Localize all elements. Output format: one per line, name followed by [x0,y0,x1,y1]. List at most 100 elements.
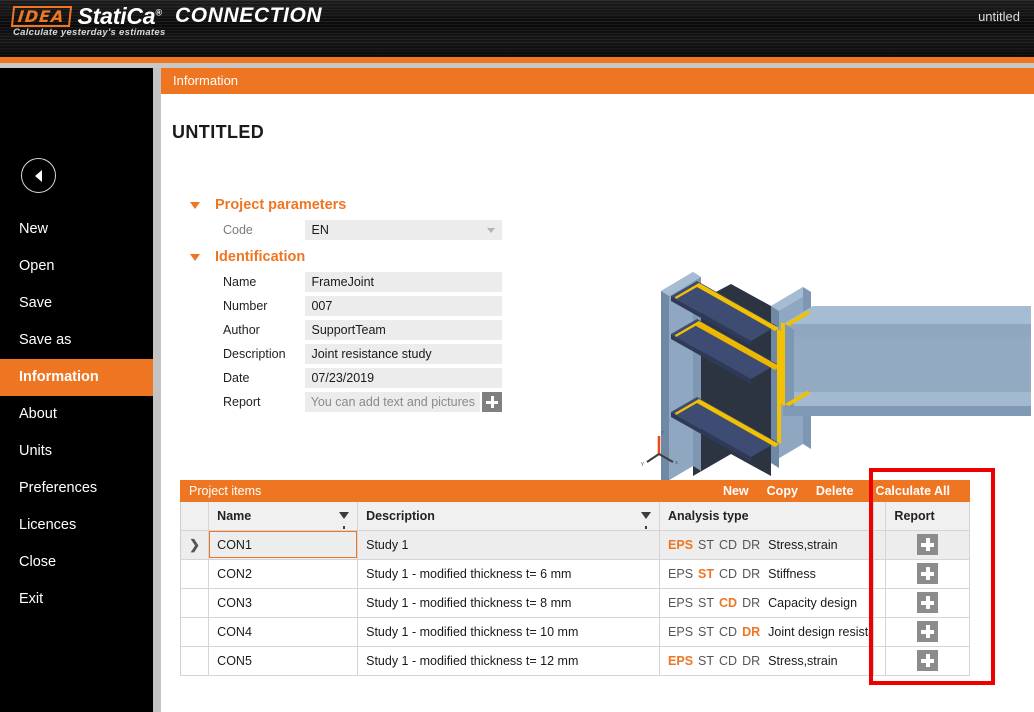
sidebar-item-save-as[interactable]: Save as [0,322,153,359]
row-expander[interactable] [181,588,209,617]
analysis-tag-st[interactable]: ST [698,596,714,610]
sidebar-item-information[interactable]: Information [0,359,153,396]
filter-icon[interactable] [641,512,651,519]
chevron-right-icon[interactable]: ❯ [189,537,200,552]
plus-icon[interactable] [917,650,938,671]
delete-item-button[interactable]: Delete [807,484,863,498]
sidebar-item-open[interactable]: Open [0,248,153,285]
col-name[interactable]: Name [209,502,358,530]
analysis-tag-dr[interactable]: DR [742,567,760,581]
analysis-tag-cd[interactable]: CD [719,567,737,581]
cell-description[interactable]: Study 1 - modified thickness t= 6 mm [358,559,660,588]
date-field[interactable]: 07/23/2019 [305,368,502,388]
svg-text:y: y [641,461,644,467]
name-input[interactable]: CON1 [209,531,357,558]
sidebar: New Open Save Save as Information About … [0,68,153,712]
analysis-tag-dr[interactable]: DR [742,654,760,668]
analysis-tag-cd[interactable]: CD [719,625,737,639]
sidebar-item-units[interactable]: Units [0,433,153,470]
cell-analysis-type[interactable]: EPSSTCDDRCapacity design [660,588,874,617]
cell-analysis-type[interactable]: EPSSTCDDRStiffness [660,559,874,588]
cell-report[interactable] [886,588,970,617]
collapse-triangle-icon[interactable] [190,254,200,261]
row-expander[interactable]: ❯ [181,530,209,559]
project-items-title: Project items [180,484,714,498]
analysis-tag-eps[interactable]: EPS [668,625,693,639]
sidebar-item-licences[interactable]: Licences [0,507,153,544]
new-item-button[interactable]: New [714,484,758,498]
col-report[interactable]: Report [886,502,970,530]
analysis-tag-eps[interactable]: EPS [668,596,693,610]
svg-text:z: z [661,430,664,436]
cell-report[interactable] [886,646,970,675]
collapse-triangle-icon[interactable] [190,202,200,209]
table-row[interactable]: CON2 Study 1 - modified thickness t= 6 m… [181,559,970,588]
author-field[interactable]: SupportTeam [305,320,502,340]
plus-icon[interactable] [917,592,938,613]
cell-name[interactable]: CON4 [209,617,358,646]
section-project-parameters[interactable]: Project parameters [172,194,502,216]
cell-name[interactable]: CON2 [209,559,358,588]
col-description[interactable]: Description [358,502,660,530]
col-analysis-type[interactable]: Analysis type [660,502,874,530]
analysis-tag-cd[interactable]: CD [719,538,737,552]
cell-description[interactable]: Study 1 [358,530,660,559]
row-expander[interactable] [181,617,209,646]
analysis-tag-dr[interactable]: DR [742,538,760,552]
sidebar-item-preferences[interactable]: Preferences [0,470,153,507]
cell-description[interactable]: Study 1 - modified thickness t= 12 mm [358,646,660,675]
calculate-all-button[interactable]: Calculate All [862,484,970,498]
cell-description[interactable]: Study 1 - modified thickness t= 10 mm [358,617,660,646]
sidebar-item-new[interactable]: New [0,211,153,248]
cell-name[interactable]: CON1 [209,530,358,559]
project-items-panel: Project items New Copy Delete Calculate … [180,480,970,676]
cell-analysis-type[interactable]: EPSSTCDDRStress,strain [660,646,874,675]
cell-report[interactable] [886,530,970,559]
sidebar-item-save[interactable]: Save [0,285,153,322]
col-description-label: Description [366,509,435,523]
section-identification[interactable]: Identification [172,246,502,268]
name-field[interactable]: FrameJoint [305,272,502,292]
plus-icon[interactable] [917,563,938,584]
sidebar-item-close[interactable]: Close [0,544,153,581]
cell-report[interactable] [886,617,970,646]
description-field[interactable]: Joint resistance study [305,344,502,364]
cell-analysis-type[interactable]: EPSSTCDDRStress,strain [660,530,874,559]
table-row[interactable]: CON3 Study 1 - modified thickness t= 8 m… [181,588,970,617]
analysis-tag-st[interactable]: ST [698,625,714,639]
analysis-tag-st[interactable]: ST [698,654,714,668]
row-expander[interactable] [181,559,209,588]
col-expander [181,502,209,530]
plus-icon[interactable] [917,534,938,555]
cell-name[interactable]: CON3 [209,588,358,617]
number-field[interactable]: 007 [305,296,502,316]
table-row[interactable]: CON4 Study 1 - modified thickness t= 10 … [181,617,970,646]
analysis-tag-dr[interactable]: DR [742,625,760,639]
code-select[interactable]: EN [305,220,502,240]
analysis-tag-cd[interactable]: CD [719,654,737,668]
analysis-tag-st[interactable]: ST [698,538,714,552]
chevron-down-icon[interactable] [487,228,495,233]
analysis-tag-cd[interactable]: CD [719,596,737,610]
table-row[interactable]: ❯ CON1 Study 1 EPSSTCDDRStress,strain [181,530,970,559]
copy-item-button[interactable]: Copy [758,484,807,498]
add-report-content-button[interactable] [482,392,502,412]
analysis-tag-eps[interactable]: EPS [668,538,693,552]
cell-name[interactable]: CON5 [209,646,358,675]
plus-icon[interactable] [917,621,938,642]
back-arrow-icon[interactable] [21,158,56,193]
filter-icon[interactable] [339,512,349,519]
sidebar-item-about[interactable]: About [0,396,153,433]
cell-description[interactable]: Study 1 - modified thickness t= 8 mm [358,588,660,617]
analysis-tag-st[interactable]: ST [698,567,714,581]
row-expander[interactable] [181,646,209,675]
analysis-tag-eps[interactable]: EPS [668,654,693,668]
sidebar-item-exit[interactable]: Exit [0,581,153,618]
analysis-tag-dr[interactable]: DR [742,596,760,610]
analysis-tag-eps[interactable]: EPS [668,567,693,581]
table-row[interactable]: CON5 Study 1 - modified thickness t= 12 … [181,646,970,675]
3d-joint-preview[interactable]: z x y [631,244,1031,494]
report-field[interactable]: You can add text and pictures [305,392,480,412]
cell-analysis-type[interactable]: EPSSTCDDRJoint design resistance [660,617,874,646]
cell-report[interactable] [886,559,970,588]
